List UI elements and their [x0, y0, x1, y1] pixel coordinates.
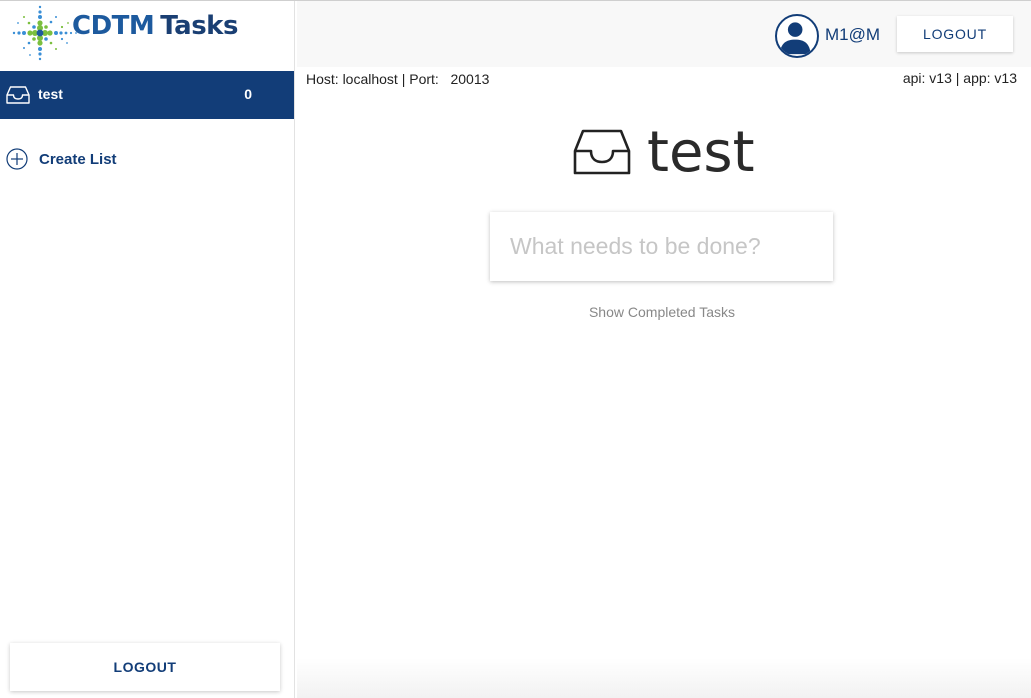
top-bar: M1@M LOGOUT	[297, 1, 1031, 67]
list-title-text: test	[647, 119, 755, 185]
bottom-fade	[297, 658, 1031, 698]
avatar[interactable]	[775, 14, 819, 58]
logo-app-name: Tasks	[160, 11, 238, 41]
app-logo: CDTM Tasks	[10, 3, 290, 65]
sidebar-list-item-test[interactable]: test 0	[0, 71, 294, 119]
show-completed-tasks-link[interactable]: Show Completed Tasks	[297, 304, 1027, 320]
main-content: M1@M LOGOUT Host: localhost | Port: 2001…	[297, 1, 1031, 698]
list-title: test	[573, 119, 755, 185]
user-avatar-icon	[779, 22, 811, 55]
new-task-card	[490, 212, 833, 281]
username: M1@M	[825, 25, 881, 44]
create-list-button[interactable]: Create List	[6, 147, 117, 171]
sidebar-logout-button[interactable]: LOGOUT	[10, 643, 280, 691]
version-info: api: v13 | app: v13	[902, 70, 1017, 86]
logo-text: CDTM Tasks	[72, 11, 238, 41]
list-task-count: 0	[244, 86, 252, 102]
create-list-label: Create List	[39, 150, 117, 168]
new-task-input[interactable]	[490, 212, 833, 281]
inbox-icon	[6, 86, 30, 104]
plus-circle-icon	[6, 148, 28, 170]
inbox-icon	[573, 129, 631, 175]
host-port-info: Host: localhost | Port: 20013	[306, 71, 490, 87]
list-name: test	[38, 86, 63, 102]
logo-brand: CDTM	[72, 11, 155, 41]
header-logout-button[interactable]: LOGOUT	[897, 16, 1013, 52]
app-window: CDTM Tasks test 0 Create List LOGOUT M1@…	[0, 0, 1031, 698]
sidebar: CDTM Tasks test 0 Create List LOGOUT	[0, 1, 295, 698]
